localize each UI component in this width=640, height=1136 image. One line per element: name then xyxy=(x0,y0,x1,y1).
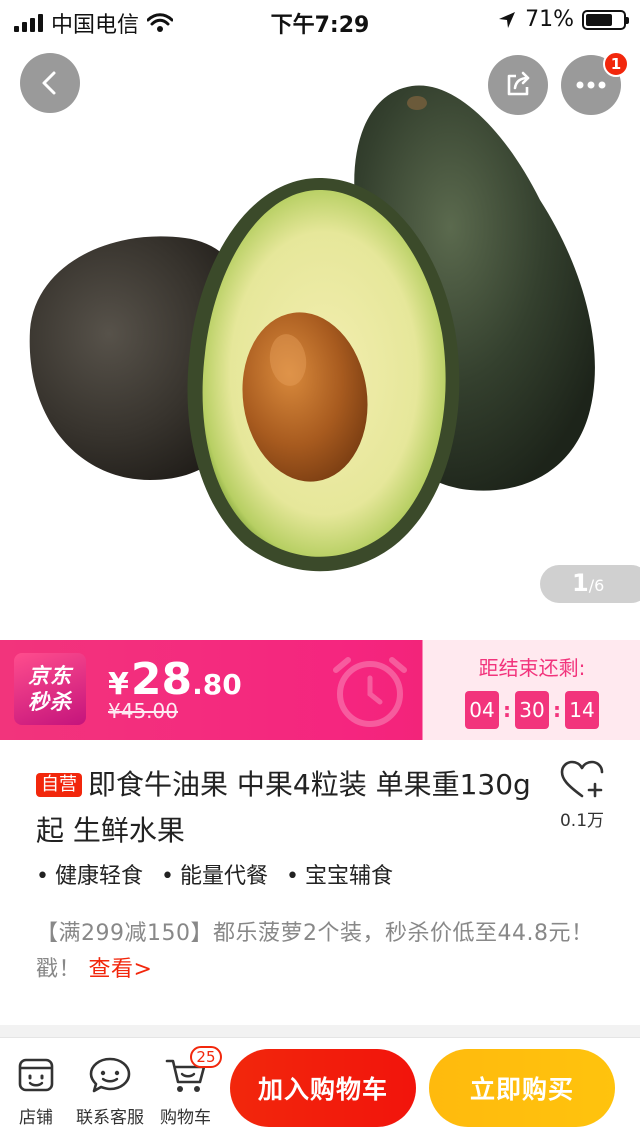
image-total-count: /6 xyxy=(588,576,605,595)
buy-now-button[interactable]: 立即购买 xyxy=(429,1049,615,1127)
product-info-card: 自营即食牛油果 中果4粒装 单果重130g起 生鲜水果 0.1万 健康轻食 能量… xyxy=(0,740,640,1025)
customer-service-button[interactable]: 联系客服 xyxy=(76,1056,144,1128)
countdown-seconds: 14 xyxy=(565,691,599,729)
promotion-text: 【满299减150】都乐菠萝2个装，秒杀价低至44.8元！戳！ 查看> xyxy=(36,916,616,988)
share-icon xyxy=(507,71,530,96)
cart-button[interactable]: 25 购物车 xyxy=(160,1046,222,1128)
heart-plus-icon xyxy=(560,760,604,798)
original-price: ¥45.00 xyxy=(108,699,178,723)
seckill-logo-line1: 京东 xyxy=(28,664,72,688)
price-decimal: .80 xyxy=(192,668,242,701)
add-to-cart-button[interactable]: 加入购物车 xyxy=(230,1049,416,1127)
feature-tag: 宝宝辅食 xyxy=(286,858,393,890)
seckill-price: ¥ 28 .80 xyxy=(108,654,242,705)
section-divider xyxy=(0,1025,640,1037)
shop-label: 店铺 xyxy=(19,1108,53,1128)
battery-percent: 71% xyxy=(525,7,574,32)
flash-sale-banner: 京东 秒杀 ¥ 28 .80 ¥45.00 距结束还剩: 04 : 30 : 1… xyxy=(0,640,640,740)
shop-button[interactable]: 店铺 xyxy=(16,1056,56,1128)
price-currency: ¥ xyxy=(108,667,129,702)
chevron-left-icon xyxy=(42,71,56,95)
countdown-label: 距结束还剩: xyxy=(478,656,586,680)
image-page-indicator: 1 /6 xyxy=(540,565,640,603)
countdown-panel: 距结束还剩: 04 : 30 : 14 xyxy=(424,640,640,740)
product-title: 即食牛油果 中果4粒装 单果重130g起 生鲜水果 xyxy=(36,768,531,847)
image-current-index: 1 xyxy=(572,569,589,597)
cart-count-badge: 25 xyxy=(190,1046,222,1068)
customer-service-label: 联系客服 xyxy=(76,1108,144,1128)
battery-level-fill xyxy=(586,13,612,26)
jd-seckill-logo: 京东 秒杀 xyxy=(14,653,86,725)
feature-tag: 能量代餐 xyxy=(161,858,268,890)
share-button[interactable] xyxy=(488,55,548,115)
feature-tag: 健康轻食 xyxy=(36,858,143,890)
message-count-badge: 1 xyxy=(603,51,629,77)
status-bar: 中国电信 下午7:29 71% xyxy=(0,0,640,40)
product-detail-page: 中国电信 下午7:29 71% 1 1 /6 京东 秒杀 ¥ 28 .80 ¥4… xyxy=(0,0,640,1136)
customer-service-icon xyxy=(89,1057,131,1093)
promotion-view-link[interactable]: 查看> xyxy=(89,957,153,982)
countdown-minutes: 30 xyxy=(515,691,549,729)
shop-icon xyxy=(18,1058,54,1092)
favorite-button[interactable]: 0.1万 xyxy=(554,760,610,831)
price-integer: 28 xyxy=(130,654,193,705)
product-feature-tags: 健康轻食 能量代餐 宝宝辅食 xyxy=(36,858,393,890)
self-operated-tag: 自营 xyxy=(36,773,82,797)
bottom-action-bar: 店铺 联系客服 25 购物车 加入购物车 立即购买 xyxy=(0,1037,640,1136)
seckill-logo-line2: 秒杀 xyxy=(28,690,72,714)
more-dots-icon xyxy=(576,81,606,89)
alarm-clock-icon xyxy=(333,657,407,727)
more-menu-button[interactable]: 1 xyxy=(561,51,629,115)
product-title-block: 自营 即食牛油果 中果4粒装 单果重130g起 生鲜水果 xyxy=(36,762,536,854)
location-arrow-icon xyxy=(499,11,516,28)
countdown-hours: 04 xyxy=(465,691,499,729)
cart-label: 购物车 xyxy=(160,1108,211,1128)
battery-icon xyxy=(582,9,629,30)
favorite-count: 0.1万 xyxy=(559,811,605,831)
back-button[interactable] xyxy=(20,53,80,113)
countdown-timer: 04 : 30 : 14 xyxy=(424,691,640,729)
